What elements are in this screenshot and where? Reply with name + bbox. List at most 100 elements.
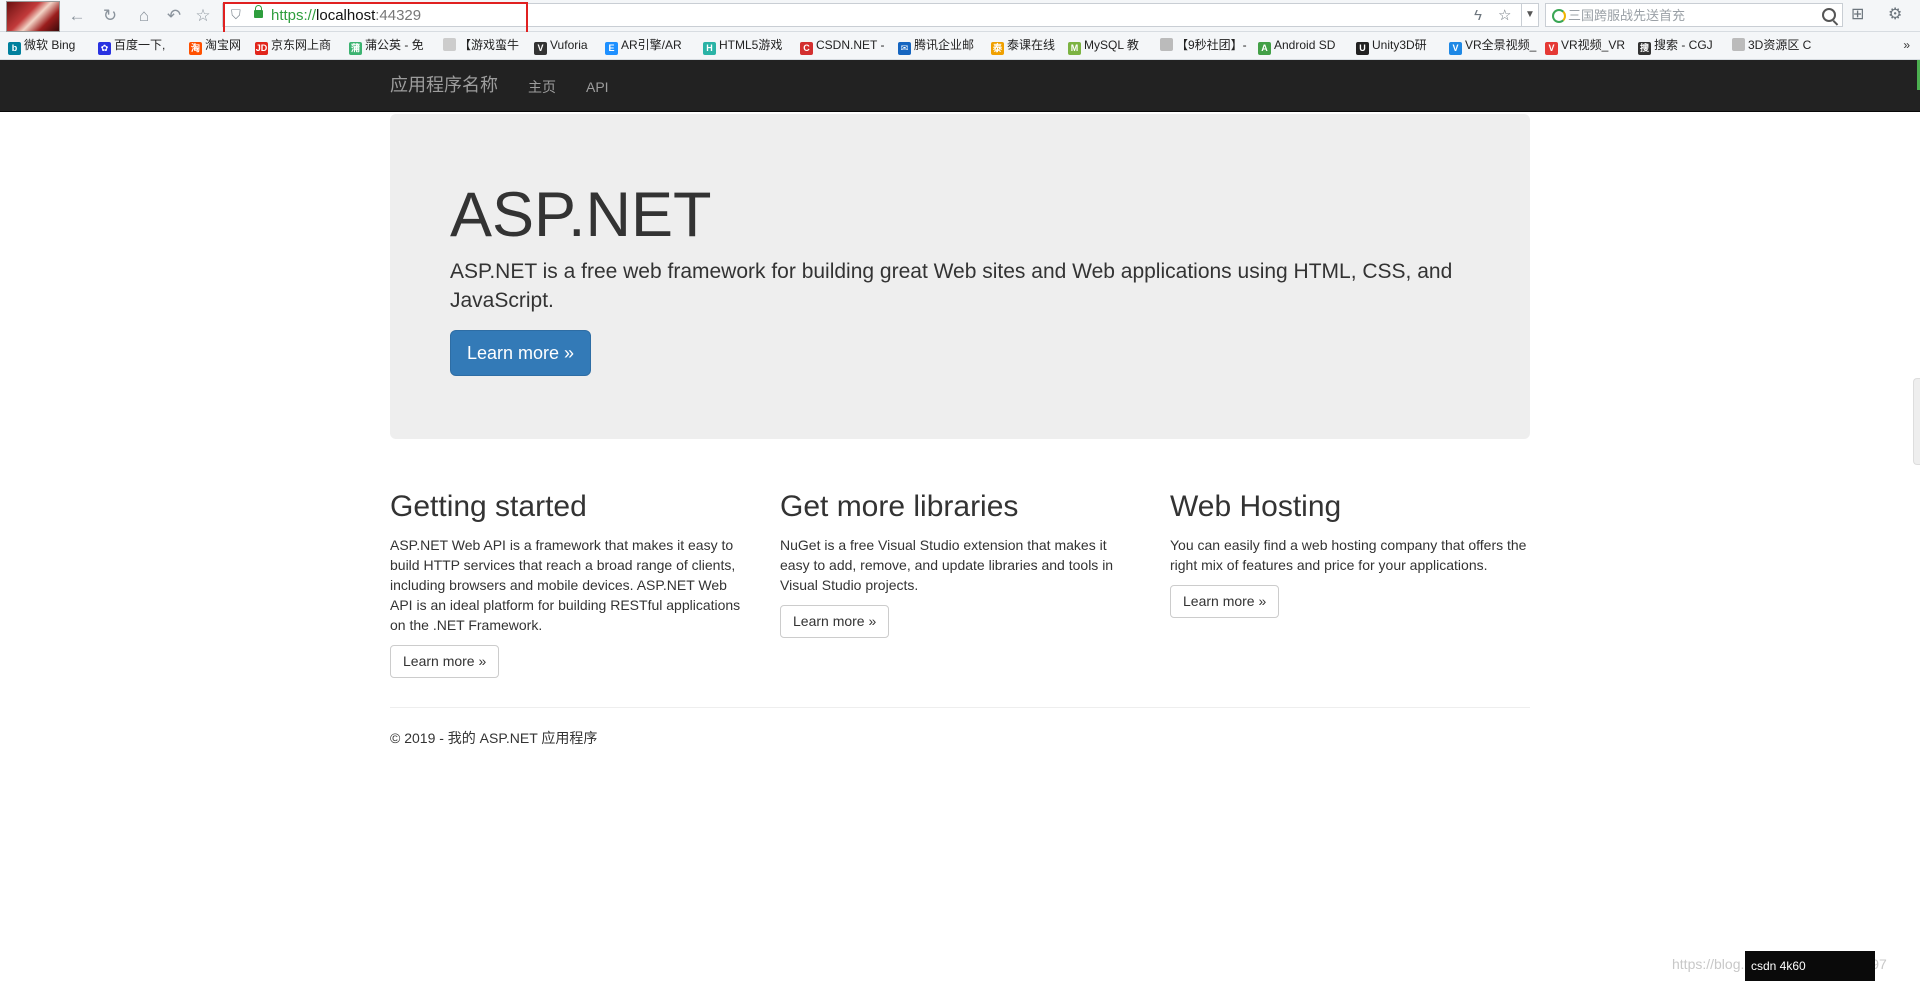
bookmark-item[interactable]: 蒲蒲公英 - 免 xyxy=(349,37,424,55)
refresh-icon[interactable]: ↻ xyxy=(99,5,121,27)
lightning-icon[interactable]: ϟ xyxy=(1474,7,1482,25)
grid-apps-icon[interactable]: ⊞ xyxy=(1851,5,1864,25)
column-getting-started: Getting started ASP.NET Web API is a fra… xyxy=(390,482,750,678)
bookmark-label: 【9秒社团】- xyxy=(1176,38,1247,52)
bookmark-label: 【游戏蛮牛 xyxy=(459,38,520,52)
browser-toolbar: ← ↻ ⌂ ↶ ☆ ⛉ https://localhost:44329 ϟ ☆ … xyxy=(0,0,1920,34)
vuforia-icon: V xyxy=(534,42,547,55)
bookmark-item[interactable]: 搜搜索 - CGJ xyxy=(1638,37,1713,55)
side-float-tab[interactable] xyxy=(1913,378,1920,465)
favorite-star-icon[interactable]: ☆ xyxy=(192,5,214,27)
pgyer-icon: 蒲 xyxy=(349,42,362,55)
bookmark-label: HTML5游戏 xyxy=(719,38,783,52)
bookmark-label: 微软 Bing xyxy=(24,38,76,52)
bookmark-item[interactable]: V Vuforia xyxy=(534,37,588,55)
vr-video-icon: V xyxy=(1449,42,1462,55)
unity-icon: U xyxy=(1356,42,1369,55)
bookmark-item[interactable]: 淘淘宝网 xyxy=(189,37,242,55)
home-icon[interactable]: ⌂ xyxy=(133,5,155,27)
bookmark-item[interactable]: 【9秒社团】- xyxy=(1160,37,1247,54)
search-engine-icon[interactable] xyxy=(1552,9,1566,23)
overlay-badge: csdn 4k60 xyxy=(1745,951,1875,981)
html5-game-icon: H xyxy=(703,42,716,55)
nav-link-api[interactable]: API xyxy=(586,77,609,97)
column-text: ASP.NET Web API is a framework that make… xyxy=(390,537,741,633)
column-title: Web Hosting xyxy=(1170,490,1342,523)
page-icon xyxy=(1732,38,1745,51)
footer-copyright: © 2019 - 我的 ASP.NET 应用程序 xyxy=(390,730,598,746)
bookmark-label: 京东网上商 xyxy=(271,38,332,52)
browser-logo xyxy=(6,1,60,32)
footer-divider xyxy=(390,707,1530,708)
jumbotron-title: ASP.NET xyxy=(450,180,712,250)
bookmark-item[interactable]: 【游戏蛮牛 xyxy=(443,37,519,54)
page-icon xyxy=(1160,38,1173,51)
ar-icon: E xyxy=(605,42,618,55)
undo-icon[interactable]: ↶ xyxy=(163,5,185,27)
column-text: NuGet is a free Visual Studio extension … xyxy=(780,537,1114,593)
bookmark-label: 蒲公英 - 免 xyxy=(365,38,424,52)
jumbotron-lead: ASP.NET is a free web framework for buil… xyxy=(450,260,1453,312)
web-hosting-learn-more-button[interactable]: Learn more » xyxy=(1170,585,1280,618)
vr-icon: V xyxy=(1545,42,1558,55)
bookmark-item[interactable]: H HTML5游戏 xyxy=(703,37,783,55)
bookmark-item[interactable]: b 微软 Bing xyxy=(8,37,76,55)
bookmark-item[interactable]: V VR视频_VR xyxy=(1545,37,1626,55)
mysql-icon: M xyxy=(1068,42,1081,55)
bookmark-item[interactable]: ✉ 腾讯企业邮 xyxy=(898,37,975,55)
bookmark-label: 泰课在线 xyxy=(1007,38,1056,52)
cgjoy-icon: 搜 xyxy=(1638,42,1651,55)
column-get-more-libraries: Get more libraries NuGet is a free Visua… xyxy=(780,482,1140,638)
navbar-brand[interactable]: 应用程序名称 xyxy=(390,75,498,95)
column-text: You can easily find a web hosting compan… xyxy=(1170,537,1527,573)
search-input[interactable] xyxy=(1568,6,1818,24)
site-navbar: 应用程序名称 主页 API xyxy=(0,60,1920,112)
bookmark-item[interactable]: 泰泰课在线 xyxy=(991,37,1056,55)
bookmark-label: CSDN.NET - xyxy=(816,38,885,52)
overlay-badge-text: csdn 4k60 xyxy=(1751,959,1806,973)
bookmark-label: 腾讯企业邮 xyxy=(914,38,975,52)
bookmark-label: AR引擎/AR xyxy=(621,38,682,52)
bookmark-label: 百度一下, xyxy=(114,38,166,52)
bookmarks-more-button[interactable]: » xyxy=(1903,37,1910,54)
bookmark-item[interactable]: 3D资源区 C xyxy=(1732,37,1811,54)
bookmark-item[interactable]: E AR引擎/AR xyxy=(605,37,682,55)
bookmark-item[interactable]: M MySQL 教 xyxy=(1068,37,1139,55)
bookmark-label: MySQL 教 xyxy=(1084,38,1139,52)
taikr-icon: 泰 xyxy=(991,42,1004,55)
nav-link-home[interactable]: 主页 xyxy=(528,77,556,97)
address-dropdown-icon[interactable]: ▼ xyxy=(1521,3,1539,27)
page-icon xyxy=(443,38,456,51)
tools-wrench-icon[interactable]: ⚙ xyxy=(1888,5,1902,25)
column-title: Getting started xyxy=(390,490,587,523)
column-title: Get more libraries xyxy=(780,490,1019,523)
bookmark-item[interactable]: U Unity3D研 xyxy=(1356,37,1427,55)
jumbotron-learn-more-button[interactable]: Learn more » xyxy=(450,330,591,376)
bookmark-label: 搜索 - CGJ xyxy=(1654,38,1713,52)
android-icon: A xyxy=(1258,42,1271,55)
back-icon[interactable]: ← xyxy=(66,5,88,27)
bing-icon: b xyxy=(8,42,21,55)
bookmark-label: Unity3D研 xyxy=(1372,38,1427,52)
bookmark-label: 淘宝网 xyxy=(205,38,242,52)
bookmark-label: Android SD xyxy=(1274,38,1336,52)
search-box[interactable] xyxy=(1545,3,1843,27)
search-icon[interactable] xyxy=(1822,8,1836,22)
column-web-hosting: Web Hosting You can easily find a web ho… xyxy=(1170,482,1530,618)
bookmark-star-icon[interactable]: ☆ xyxy=(1498,7,1511,25)
bookmark-label: VR全景视频_ xyxy=(1465,38,1537,52)
libraries-learn-more-button[interactable]: Learn more » xyxy=(780,605,890,638)
bookmark-item[interactable]: A Android SD xyxy=(1258,37,1336,55)
bookmark-label: Vuforia xyxy=(550,38,588,52)
bookmark-item[interactable]: V VR全景视频_ xyxy=(1449,37,1537,55)
tencent-mail-icon: ✉ xyxy=(898,42,911,55)
csdn-icon: C xyxy=(800,42,813,55)
bookmark-item[interactable]: C CSDN.NET - xyxy=(800,37,885,55)
bookmark-item[interactable]: ✿ 百度一下, xyxy=(98,37,166,55)
jd-icon: JD xyxy=(255,42,268,55)
bookmark-item[interactable]: JD 京东网上商 xyxy=(255,37,332,55)
baidu-icon: ✿ xyxy=(98,42,111,55)
bookmark-label: VR视频_VR xyxy=(1561,38,1626,52)
getting-started-learn-more-button[interactable]: Learn more » xyxy=(390,645,500,678)
taobao-icon: 淘 xyxy=(189,42,202,55)
